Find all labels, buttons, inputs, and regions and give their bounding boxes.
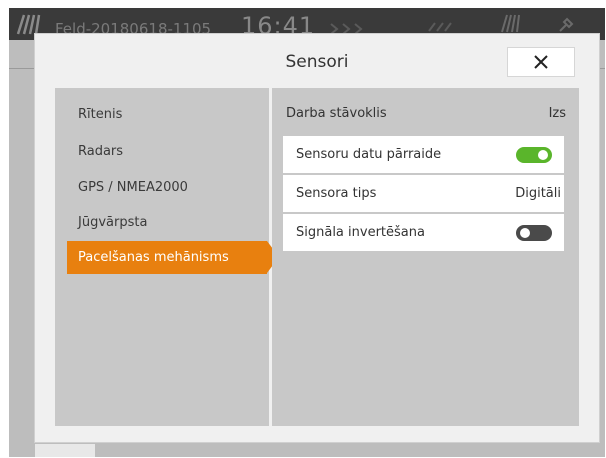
sidebar-item-label: Pacelšanas mehānisms [78, 250, 229, 265]
dialog-header: Sensori [35, 34, 599, 88]
sidebar-item-radar[interactable]: Radars [55, 135, 269, 168]
work-state-value: Izs [548, 106, 566, 121]
sidebar-item-label: GPS / NMEA2000 [78, 180, 188, 195]
signal-inversion-toggle[interactable] [516, 225, 552, 241]
close-button[interactable] [507, 47, 575, 77]
sensor-type-row[interactable]: Sensora tips Digitāli [283, 175, 564, 212]
setting-label: Signāla invertēšana [296, 225, 425, 240]
sensor-type-value: Digitāli [515, 186, 561, 201]
sidebar-item-pto[interactable]: Jūgvārpsta [55, 206, 269, 239]
work-state-label: Darba stāvoklis [286, 106, 387, 121]
sensors-dialog: Sensori Rītenis Radars GPS / NMEA2000 Jū… [34, 33, 600, 443]
sidebar-item-label: Radars [78, 144, 124, 159]
work-state-row: Darba stāvoklis Izs [286, 106, 566, 121]
sidebar-item-gps[interactable]: GPS / NMEA2000 [55, 171, 269, 204]
sensor-sidebar: Rītenis Radars GPS / NMEA2000 Jūgvārpsta… [55, 88, 279, 426]
settings-panel: Darba stāvoklis Izs Sensoru datu pārraid… [272, 88, 579, 426]
bottom-tab[interactable] [35, 444, 95, 457]
sensor-data-transfer-row[interactable]: Sensoru datu pārraide [283, 136, 564, 173]
toggle-knob [538, 150, 548, 160]
sidebar-item-label: Jūgvārpsta [78, 215, 148, 230]
setting-label: Sensoru datu pārraide [296, 147, 442, 162]
setting-label: Sensora tips [296, 186, 377, 201]
close-icon [534, 55, 548, 69]
sidebar-item-label: Rītenis [78, 107, 123, 122]
sidebar-item-lift[interactable]: Pacelšanas mehānisms [67, 241, 279, 274]
toggle-knob [520, 228, 530, 238]
sensor-data-transfer-toggle[interactable] [516, 147, 552, 163]
signal-inversion-row[interactable]: Signāla invertēšana [283, 214, 564, 251]
sidebar-item-wheel[interactable]: Rītenis [55, 98, 269, 131]
